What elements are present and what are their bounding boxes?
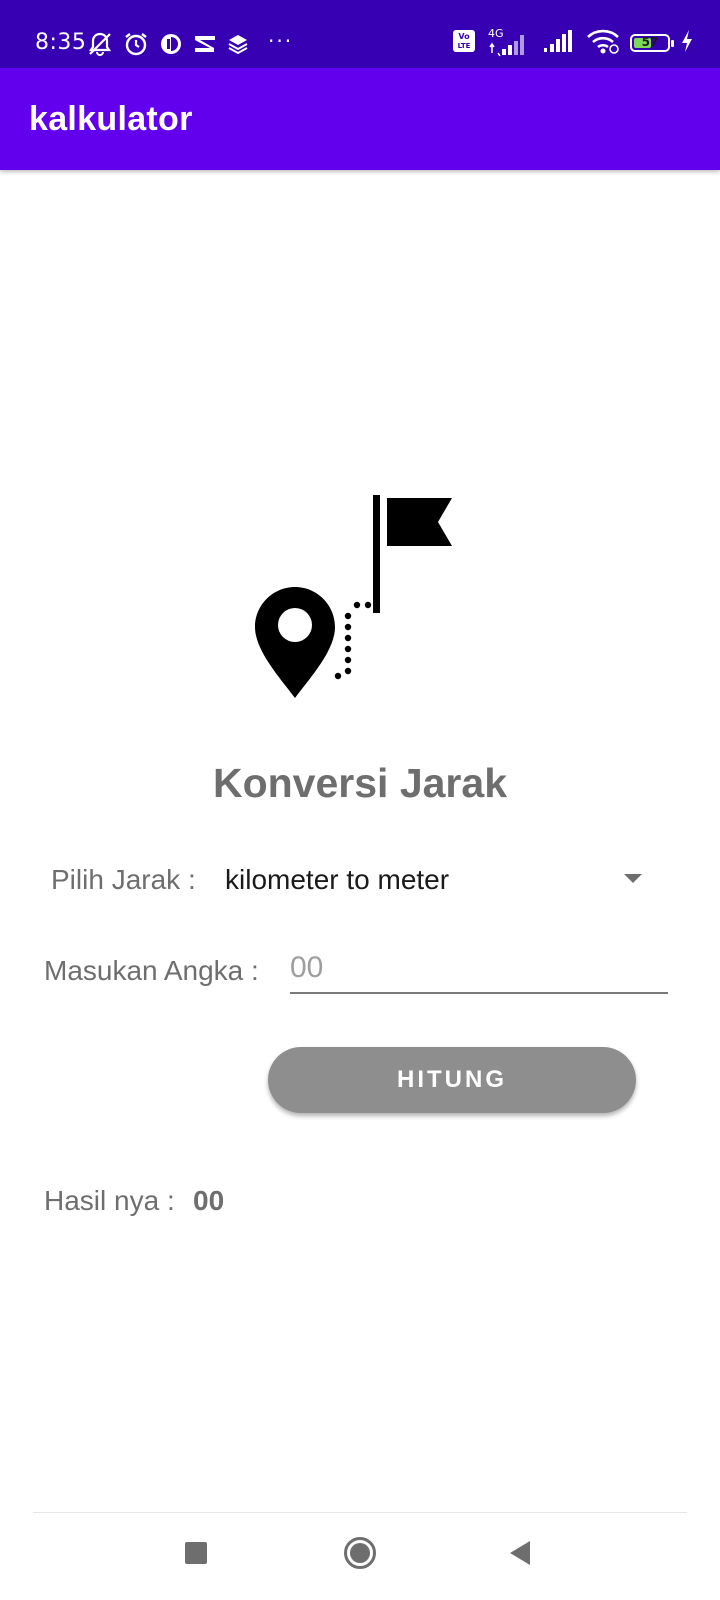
more-notifications-indicator: ··· (268, 29, 294, 53)
app-notification-icon (158, 31, 184, 57)
battery-icon: 57 (630, 34, 674, 52)
status-time: 8:35 (35, 30, 87, 55)
pilih-jarak-label: Pilih Jarak : (51, 864, 196, 895)
svg-text:Vo: Vo (458, 32, 470, 41)
mute-icon (86, 30, 114, 58)
capcut-icon (192, 31, 218, 57)
home-button[interactable] (330, 1530, 390, 1580)
back-button[interactable] (490, 1530, 550, 1580)
hasil-label: Hasil nya : (44, 1185, 175, 1216)
masukan-angka-label: Masukan Angka : (44, 955, 259, 986)
status-bar: 8:35 ··· Vo LTE 4G 57 (0, 0, 720, 68)
notification-icons: ··· (86, 29, 293, 59)
volte-icon: Vo LTE (452, 29, 476, 58)
page-title: Konversi Jarak (212, 760, 507, 806)
home-icon (343, 1536, 377, 1575)
alarm-icon (122, 30, 150, 58)
wifi-icon (586, 27, 620, 60)
recents-icon (184, 1541, 208, 1570)
app-title: kalkulator (29, 100, 193, 138)
dropdown-arrow-icon (624, 874, 642, 883)
conversion-selected-value: kilometer to meter (225, 864, 450, 895)
signal-icon (542, 28, 576, 59)
hitung-button[interactable]: HITUNG (268, 1047, 636, 1113)
distance-pin-flag-icon (255, 495, 465, 705)
layers-icon (226, 32, 250, 56)
system-icons: Vo LTE 4G 57 (452, 27, 694, 60)
battery-cap (671, 40, 674, 47)
result-value: 00 (193, 1185, 225, 1216)
back-icon (508, 1540, 532, 1571)
battery-level: 57 (641, 35, 659, 49)
angka-input[interactable] (290, 948, 668, 994)
recents-button[interactable] (166, 1530, 226, 1580)
signal-4g-icon: 4G (486, 27, 532, 57)
nav-divider (33, 1512, 687, 1513)
svg-text:LTE: LTE (458, 42, 471, 50)
app-bar: kalkulator (0, 68, 720, 170)
conversion-spinner[interactable]: kilometer to meter (215, 858, 645, 902)
charging-icon (680, 29, 694, 58)
